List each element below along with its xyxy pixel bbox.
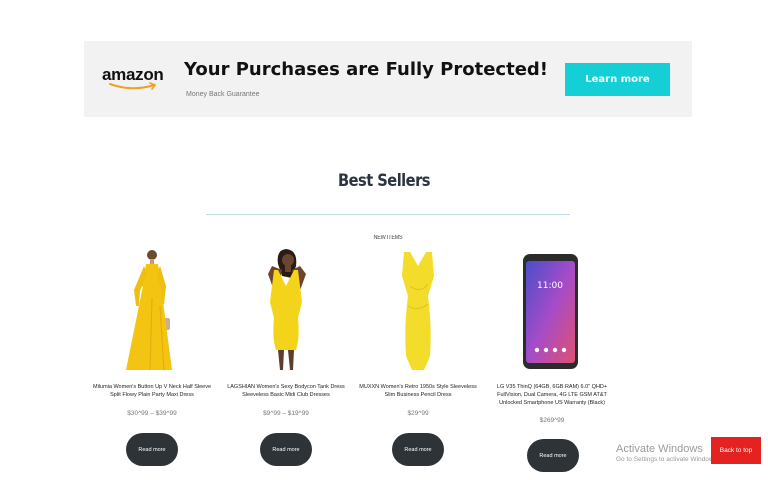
product-image[interactable] xyxy=(226,246,346,374)
section-divider xyxy=(206,214,570,215)
banner-subtitle: Money Back Guarantee xyxy=(186,91,260,98)
activate-windows-watermark: Activate Windows Go to Settings to activ… xyxy=(616,443,719,463)
read-more-button[interactable]: Read more xyxy=(527,439,579,472)
product-image[interactable] xyxy=(92,246,212,374)
product-price: $9^99 – $19^99 xyxy=(263,410,309,417)
product-image[interactable] xyxy=(358,246,478,374)
section-title: Best Sellers xyxy=(338,171,430,191)
read-more-button[interactable]: Read more xyxy=(126,433,178,466)
product-name[interactable]: MUXXN Women's Retro 1950s Style Sleevele… xyxy=(358,383,478,399)
product-name[interactable]: Milumia Women's Button Up V Neck Half Sl… xyxy=(92,383,212,399)
banner-title: Your Purchases are Fully Protected! xyxy=(184,59,548,80)
read-more-button[interactable]: Read more xyxy=(260,433,312,466)
read-more-button[interactable]: Read more xyxy=(392,433,444,466)
amazon-smile-icon xyxy=(109,82,157,90)
new-items-label: NEW ITEMS xyxy=(373,235,403,241)
product-price: $30^99 – $39^99 xyxy=(127,410,177,417)
learn-more-button[interactable]: Learn more xyxy=(565,63,670,96)
protection-banner: amazon Your Purchases are Fully Protecte… xyxy=(84,41,692,117)
activate-windows-subtitle: Go to Settings to activate Windows. xyxy=(616,456,719,463)
product-price: $29^99 xyxy=(407,410,429,417)
product-image[interactable]: 11:00 xyxy=(492,246,612,374)
phone-screen-time: 11:00 xyxy=(537,281,563,291)
product-price: $269^99 xyxy=(539,417,565,424)
amazon-logo: amazon xyxy=(102,65,166,93)
activate-windows-title: Activate Windows xyxy=(616,443,703,455)
product-name[interactable]: LAGSHIAN Women's Sexy Bodycon Tank Dress… xyxy=(226,383,346,399)
back-to-top-button[interactable]: Back to top xyxy=(711,437,761,464)
product-name[interactable]: LG V35 ThinQ (64GB, 6GB RAM) 6.0" QHD+ F… xyxy=(492,383,612,407)
